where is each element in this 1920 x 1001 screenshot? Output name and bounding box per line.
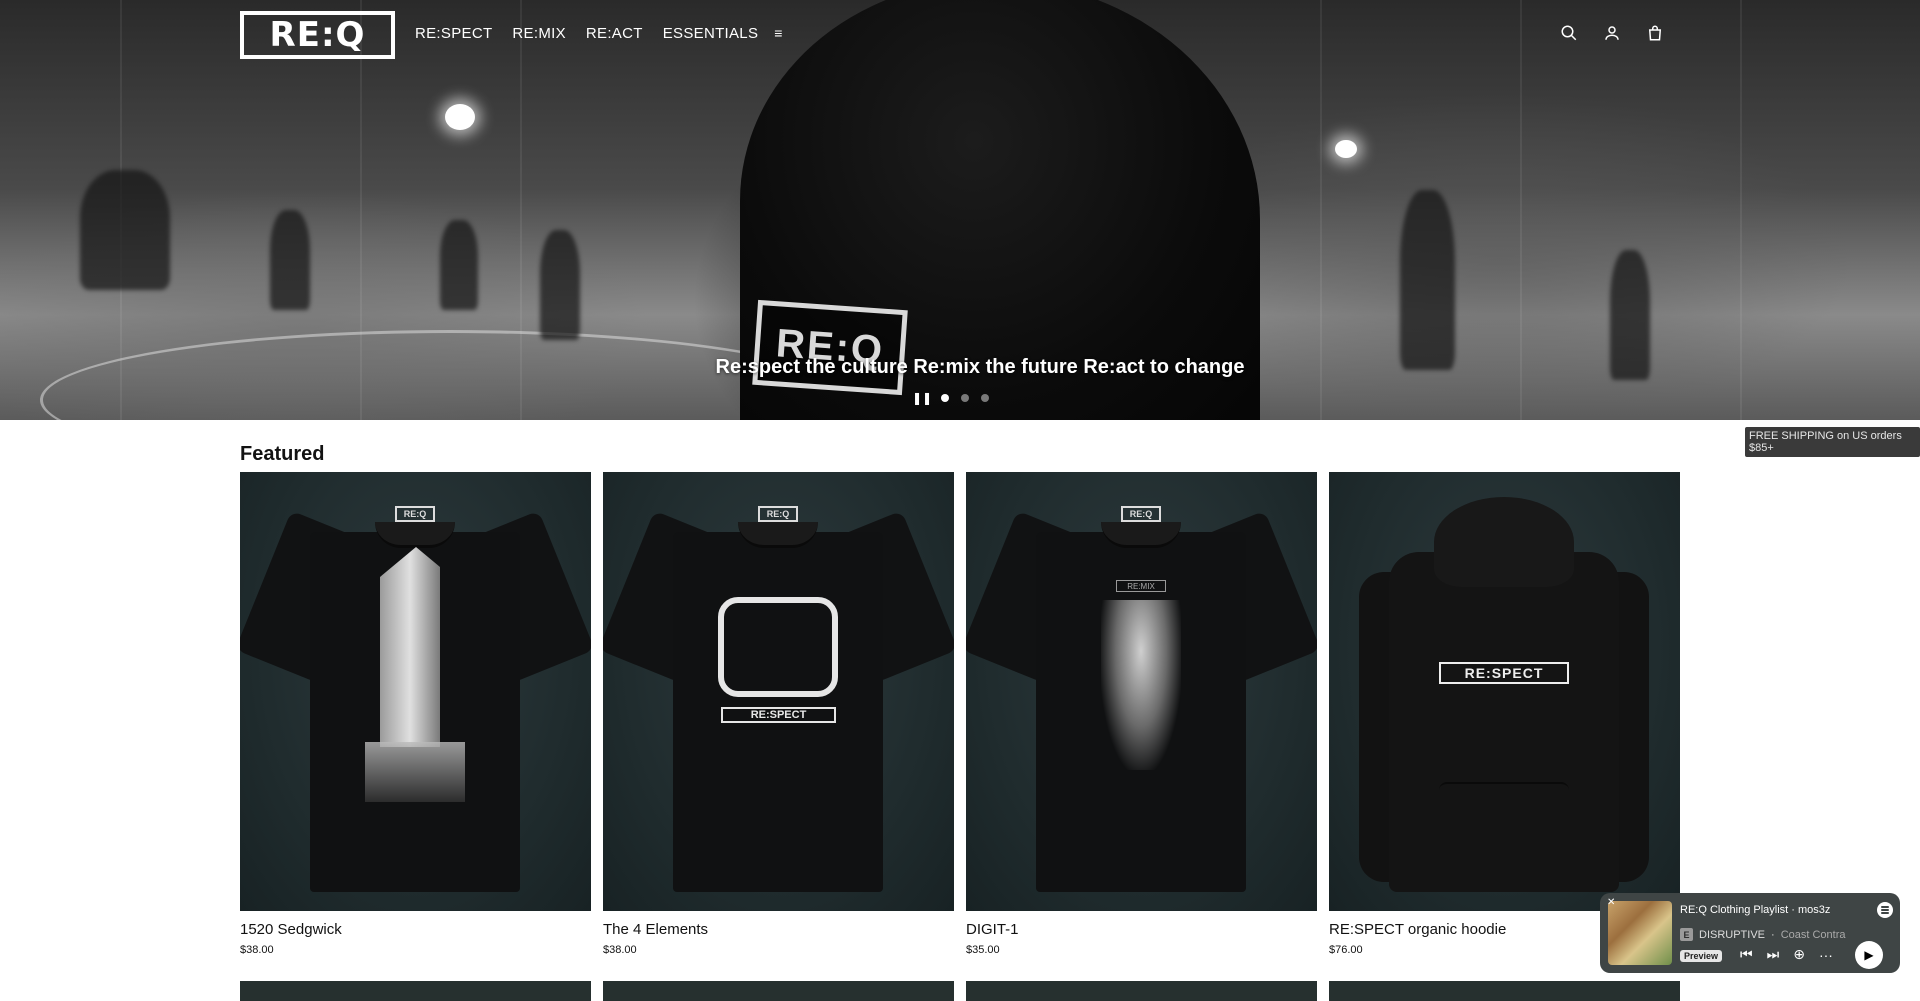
product-image[interactable] <box>240 981 591 1001</box>
product-image[interactable] <box>1329 981 1680 1001</box>
header-actions <box>1560 24 1664 47</box>
playlist-name[interactable]: RE:Q Clothing Playlist <box>1680 904 1788 916</box>
remix-print: RE:MIX <box>1116 580 1166 592</box>
hooded-figure-print <box>1101 600 1181 770</box>
nav-respect[interactable]: RE:SPECT <box>415 25 492 42</box>
play-button[interactable]: ▶ <box>1855 941 1883 969</box>
tag-logo: RE:Q <box>1121 506 1161 522</box>
product-title[interactable]: The 4 Elements <box>603 921 954 938</box>
player-silhouette <box>270 210 310 310</box>
add-icon[interactable]: ⊕ <box>1793 946 1805 963</box>
tshirt-graphic: RE:Q RE:SPECT <box>603 492 954 892</box>
stadium-light <box>445 104 475 130</box>
preview-badge: Preview <box>1680 950 1723 962</box>
featured-heading: Featured <box>240 443 325 465</box>
player-silhouette <box>540 230 580 340</box>
player-controls: ⏮ ⏭ ⊕ ··· <box>1740 946 1833 963</box>
site-header: RE:Q RE:SPECT RE:MIX RE:ACT ESSENTIALS ≡ <box>0 0 1920 70</box>
next-icon[interactable]: ⏭ <box>1767 946 1780 963</box>
playlist-title[interactable]: RE:Q Clothing Playlist · mos3z <box>1680 904 1830 916</box>
track-info: E DISRUPTIVE · Coast Contra <box>1680 928 1846 941</box>
respect-print: RE:SPECT <box>721 707 836 723</box>
explicit-badge: E <box>1680 928 1693 941</box>
street-print <box>365 742 465 802</box>
product-image[interactable] <box>966 981 1317 1001</box>
hero-tagline: Re:spect the culture Re:mix the future R… <box>715 356 1245 378</box>
playlist-cover[interactable] <box>1608 901 1672 965</box>
hoodie-logo: RE:Q <box>752 299 908 396</box>
product-row-2 <box>240 981 1680 1001</box>
elements-print <box>718 597 838 697</box>
slideshow-controls: ❚❚ <box>912 391 989 405</box>
hoodie-graphic: RE:SPECT <box>1359 492 1649 902</box>
product-price: $38.00 <box>603 944 637 956</box>
main-nav: RE:SPECT RE:MIX RE:ACT ESSENTIALS ≡ <box>415 25 782 42</box>
slide-dot-1[interactable] <box>941 394 949 402</box>
product-image[interactable]: RE:Q RE:SPECT <box>603 472 954 911</box>
shipping-badge[interactable]: FREE SHIPPING on US orders $85+ <box>1745 427 1920 457</box>
product-grid: RE:Q 1520 Sedgwick $38.00 RE:Q RE:SPECT … <box>240 472 1680 956</box>
product-price: $35.00 <box>966 944 1000 956</box>
pause-icon[interactable]: ❚❚ <box>912 391 932 405</box>
product-image[interactable]: RE:Q RE:MIX <box>966 472 1317 911</box>
track-title[interactable]: DISRUPTIVE <box>1699 929 1765 941</box>
player-silhouette <box>80 170 170 290</box>
previous-icon[interactable]: ⏮ <box>1740 946 1753 963</box>
close-icon[interactable]: ✕ <box>1607 897 1615 908</box>
product-price: $38.00 <box>240 944 274 956</box>
search-icon[interactable] <box>1560 24 1578 47</box>
tag-logo: RE:Q <box>395 506 435 522</box>
player-silhouette <box>440 220 478 310</box>
hoodie-print: RE:SPECT <box>1439 662 1569 684</box>
spotify-player: ✕ RE:Q Clothing Playlist · mos3z E DISRU… <box>1600 893 1900 973</box>
nav-react[interactable]: RE:ACT <box>586 25 643 42</box>
building-print <box>380 547 440 747</box>
playlist-owner[interactable]: mos3z <box>1798 904 1830 916</box>
product-image[interactable] <box>603 981 954 1001</box>
product-image[interactable]: RE:SPECT <box>1329 472 1680 911</box>
slide-dot-3[interactable] <box>981 394 989 402</box>
product-title[interactable]: 1520 Sedgwick <box>240 921 591 938</box>
spotify-icon[interactable] <box>1877 902 1893 918</box>
tag-logo: RE:Q <box>758 506 798 522</box>
product-card[interactable]: RE:Q 1520 Sedgwick $38.00 <box>240 472 591 956</box>
account-icon[interactable] <box>1603 24 1621 47</box>
cart-icon[interactable] <box>1646 24 1664 47</box>
stadium-light <box>1335 140 1357 158</box>
more-icon[interactable]: ··· <box>1819 947 1833 963</box>
tshirt-graphic: RE:Q RE:MIX <box>966 492 1317 892</box>
product-title[interactable]: DIGIT-1 <box>966 921 1317 938</box>
nav-remix[interactable]: RE:MIX <box>512 25 565 42</box>
slide-dot-2[interactable] <box>961 394 969 402</box>
product-card[interactable]: RE:SPECT RE:SPECT organic hoodie $76.00 <box>1329 472 1680 956</box>
site-logo[interactable]: RE:Q <box>240 11 395 59</box>
menu-icon[interactable]: ≡ <box>774 25 782 42</box>
nav-essentials[interactable]: ESSENTIALS <box>663 25 759 42</box>
product-image[interactable]: RE:Q <box>240 472 591 911</box>
player-silhouette <box>1400 190 1455 370</box>
product-card[interactable]: RE:Q RE:SPECT The 4 Elements $38.00 <box>603 472 954 956</box>
track-artist[interactable]: Coast Contra <box>1781 929 1846 941</box>
product-card[interactable]: RE:Q RE:MIX DIGIT-1 $35.00 <box>966 472 1317 956</box>
tshirt-graphic: RE:Q <box>240 492 591 892</box>
